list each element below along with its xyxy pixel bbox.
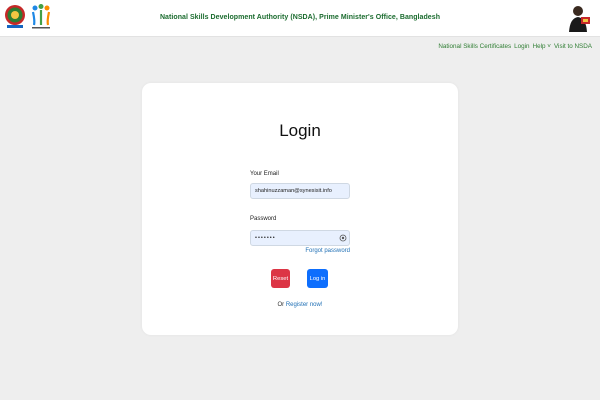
- nav-help-label: Help: [532, 43, 546, 50]
- nav-login[interactable]: Login: [514, 43, 529, 50]
- password-label: Password: [250, 216, 277, 222]
- top-header: National Skills Development Authority (N…: [0, 0, 600, 37]
- register-link[interactable]: Register now!: [286, 302, 323, 308]
- register-prefix: Or: [277, 302, 285, 308]
- nav-certificates[interactable]: National Skills Certificates: [438, 43, 511, 50]
- password-wrapper: [250, 230, 350, 246]
- email-field[interactable]: [250, 183, 350, 199]
- portrait-icon: [564, 2, 592, 34]
- login-card: Login Your Email Password Forgot passwor…: [142, 83, 458, 335]
- show-password-icon[interactable]: [339, 234, 347, 242]
- page-title: National Skills Development Authority (N…: [159, 14, 441, 21]
- reset-button[interactable]: Reset: [271, 269, 290, 288]
- forgot-password-link[interactable]: Forgot password: [250, 248, 350, 254]
- email-label: Your Email: [250, 171, 279, 177]
- top-nav: National Skills Certificates Login Help …: [438, 43, 592, 50]
- nav-help[interactable]: Help ˅: [533, 43, 551, 50]
- chevron-down-icon: ˅: [547, 43, 551, 50]
- nav-visit-nsda[interactable]: Visit to NSDA: [554, 43, 592, 50]
- login-button[interactable]: Log in: [307, 269, 328, 288]
- password-field[interactable]: [250, 230, 350, 246]
- register-line: Or Register now!: [142, 302, 458, 308]
- login-title: Login: [279, 121, 321, 140]
